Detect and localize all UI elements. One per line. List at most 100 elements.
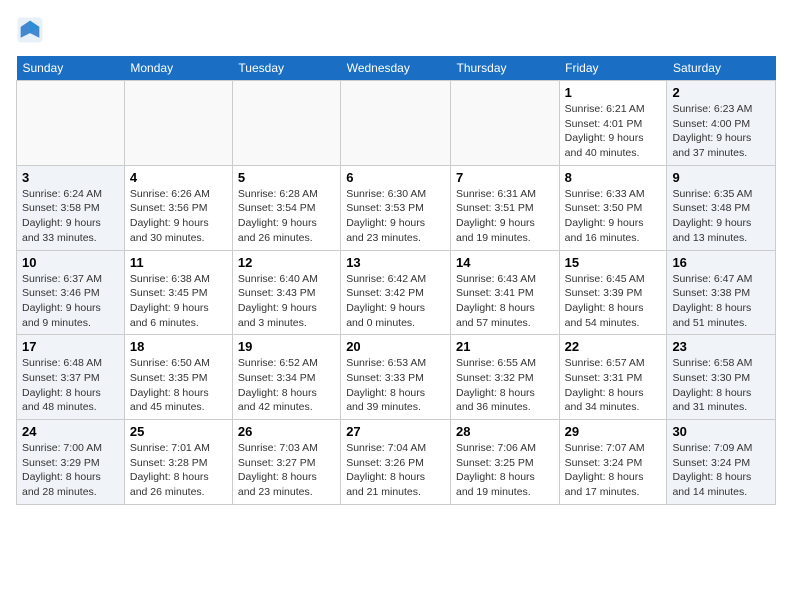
day-info: Sunrise: 6:24 AM Sunset: 3:58 PM Dayligh… bbox=[22, 187, 119, 246]
day-number: 7 bbox=[456, 170, 554, 185]
calendar-cell: 6Sunrise: 6:30 AM Sunset: 3:53 PM Daylig… bbox=[341, 165, 451, 250]
calendar-cell: 26 Sunrise: 7:03 AM Sunset: 3:27 PM Dayli… bbox=[232, 420, 340, 505]
calendar-cell: 3 Sunrise: 6:24 AM Sunset: 3:58 PM Daylig… bbox=[17, 165, 125, 250]
day-info: Sunrise: 6:50 AM Sunset: 3:35 PM Dayligh… bbox=[130, 356, 227, 415]
calendar-cell: 9Sunrise: 6:35 AM Sunset: 3:48 PM Daylig… bbox=[667, 165, 776, 250]
calendar-cell bbox=[124, 81, 232, 166]
day-info: Sunrise: 6:38 AM Sunset: 3:45 PM Dayligh… bbox=[130, 272, 227, 331]
day-number: 1 bbox=[565, 85, 662, 100]
weekday-header: Monday bbox=[124, 56, 232, 81]
day-info: Sunrise: 6:55 AM Sunset: 3:32 PM Dayligh… bbox=[456, 356, 554, 415]
day-number: 30 bbox=[672, 424, 770, 439]
day-info: Sunrise: 7:06 AM Sunset: 3:25 PM Dayligh… bbox=[456, 441, 554, 500]
day-info: Sunrise: 7:09 AM Sunset: 3:24 PM Dayligh… bbox=[672, 441, 770, 500]
day-info: Sunrise: 6:52 AM Sunset: 3:34 PM Dayligh… bbox=[238, 356, 335, 415]
day-info: Sunrise: 7:04 AM Sunset: 3:26 PM Dayligh… bbox=[346, 441, 445, 500]
day-number: 13 bbox=[346, 255, 445, 270]
calendar-cell: 13 Sunrise: 6:42 AM Sunset: 3:42 PM Dayli… bbox=[341, 250, 451, 335]
day-number: 14 bbox=[456, 255, 554, 270]
calendar-cell: 15 Sunrise: 6:45 AM Sunset: 3:39 PM Dayli… bbox=[559, 250, 667, 335]
day-info: Sunrise: 7:07 AM Sunset: 3:24 PM Dayligh… bbox=[565, 441, 662, 500]
calendar-cell: 8Sunrise: 6:33 AM Sunset: 3:50 PM Daylig… bbox=[559, 165, 667, 250]
day-number: 2 bbox=[672, 85, 770, 100]
day-info: Sunrise: 7:01 AM Sunset: 3:28 PM Dayligh… bbox=[130, 441, 227, 500]
day-number: 24 bbox=[22, 424, 119, 439]
day-number: 5 bbox=[238, 170, 335, 185]
day-info: Sunrise: 6:37 AM Sunset: 3:46 PM Dayligh… bbox=[22, 272, 119, 331]
day-number: 21 bbox=[456, 339, 554, 354]
calendar-cell: 25 Sunrise: 7:01 AM Sunset: 3:28 PM Dayli… bbox=[124, 420, 232, 505]
calendar-cell bbox=[450, 81, 559, 166]
calendar-cell: 23 Sunrise: 6:58 AM Sunset: 3:30 PM Dayli… bbox=[667, 335, 776, 420]
day-number: 12 bbox=[238, 255, 335, 270]
day-info: Sunrise: 6:28 AM Sunset: 3:54 PM Dayligh… bbox=[238, 187, 335, 246]
calendar-body: 1 Sunrise: 6:21 AM Sunset: 4:01 PM Daylig… bbox=[17, 81, 776, 505]
day-info: Sunrise: 6:53 AM Sunset: 3:33 PM Dayligh… bbox=[346, 356, 445, 415]
day-info: Sunrise: 6:31 AM Sunset: 3:51 PM Dayligh… bbox=[456, 187, 554, 246]
day-info: Sunrise: 6:45 AM Sunset: 3:39 PM Dayligh… bbox=[565, 272, 662, 331]
day-info: Sunrise: 7:03 AM Sunset: 3:27 PM Dayligh… bbox=[238, 441, 335, 500]
calendar-week-row: 1 Sunrise: 6:21 AM Sunset: 4:01 PM Daylig… bbox=[17, 81, 776, 166]
day-info: Sunrise: 6:58 AM Sunset: 3:30 PM Dayligh… bbox=[672, 356, 770, 415]
day-number: 29 bbox=[565, 424, 662, 439]
calendar-week-row: 3 Sunrise: 6:24 AM Sunset: 3:58 PM Daylig… bbox=[17, 165, 776, 250]
day-info: Sunrise: 6:40 AM Sunset: 3:43 PM Dayligh… bbox=[238, 272, 335, 331]
calendar-cell: 18 Sunrise: 6:50 AM Sunset: 3:35 PM Dayli… bbox=[124, 335, 232, 420]
calendar-cell: 7 Sunrise: 6:31 AM Sunset: 3:51 PM Daylig… bbox=[450, 165, 559, 250]
page-header bbox=[16, 16, 776, 44]
day-number: 10 bbox=[22, 255, 119, 270]
day-number: 22 bbox=[565, 339, 662, 354]
day-number: 3 bbox=[22, 170, 119, 185]
calendar-cell: 14 Sunrise: 6:43 AM Sunset: 3:41 PM Dayli… bbox=[450, 250, 559, 335]
calendar-cell: 28 Sunrise: 7:06 AM Sunset: 3:25 PM Dayli… bbox=[450, 420, 559, 505]
day-number: 18 bbox=[130, 339, 227, 354]
calendar-cell bbox=[341, 81, 451, 166]
day-info: Sunrise: 6:57 AM Sunset: 3:31 PM Dayligh… bbox=[565, 356, 662, 415]
calendar-cell: 12 Sunrise: 6:40 AM Sunset: 3:43 PM Dayli… bbox=[232, 250, 340, 335]
weekday-header: Tuesday bbox=[232, 56, 340, 81]
weekday-header: Thursday bbox=[450, 56, 559, 81]
day-number: 4 bbox=[130, 170, 227, 185]
weekday-header: Wednesday bbox=[341, 56, 451, 81]
day-number: 17 bbox=[22, 339, 119, 354]
day-number: 26 bbox=[238, 424, 335, 439]
day-number: 11 bbox=[130, 255, 227, 270]
day-info: Sunrise: 6:30 AM Sunset: 3:53 PM Dayligh… bbox=[346, 187, 445, 246]
day-number: 23 bbox=[672, 339, 770, 354]
calendar-cell bbox=[232, 81, 340, 166]
day-info: Sunrise: 6:35 AM Sunset: 3:48 PM Dayligh… bbox=[672, 187, 770, 246]
calendar-cell: 22 Sunrise: 6:57 AM Sunset: 3:31 PM Dayli… bbox=[559, 335, 667, 420]
day-number: 8 bbox=[565, 170, 662, 185]
weekday-header: Sunday bbox=[17, 56, 125, 81]
day-number: 19 bbox=[238, 339, 335, 354]
calendar-cell: 2 Sunrise: 6:23 AM Sunset: 4:00 PM Daylig… bbox=[667, 81, 776, 166]
calendar-cell: 4Sunrise: 6:26 AM Sunset: 3:56 PM Daylig… bbox=[124, 165, 232, 250]
day-number: 20 bbox=[346, 339, 445, 354]
calendar-cell: 20 Sunrise: 6:53 AM Sunset: 3:33 PM Dayli… bbox=[341, 335, 451, 420]
calendar-week-row: 10 Sunrise: 6:37 AM Sunset: 3:46 PM Dayli… bbox=[17, 250, 776, 335]
logo bbox=[16, 16, 48, 44]
weekday-header: Saturday bbox=[667, 56, 776, 81]
calendar-header-row: SundayMondayTuesdayWednesdayThursdayFrid… bbox=[17, 56, 776, 81]
day-number: 25 bbox=[130, 424, 227, 439]
calendar-cell: 19 Sunrise: 6:52 AM Sunset: 3:34 PM Dayli… bbox=[232, 335, 340, 420]
calendar-week-row: 17Sunrise: 6:48 AM Sunset: 3:37 PM Dayli… bbox=[17, 335, 776, 420]
calendar-cell: 11 Sunrise: 6:38 AM Sunset: 3:45 PM Dayli… bbox=[124, 250, 232, 335]
day-number: 27 bbox=[346, 424, 445, 439]
day-info: Sunrise: 6:42 AM Sunset: 3:42 PM Dayligh… bbox=[346, 272, 445, 331]
day-number: 15 bbox=[565, 255, 662, 270]
day-info: Sunrise: 6:43 AM Sunset: 3:41 PM Dayligh… bbox=[456, 272, 554, 331]
day-info: Sunrise: 7:00 AM Sunset: 3:29 PM Dayligh… bbox=[22, 441, 119, 500]
day-info: Sunrise: 6:21 AM Sunset: 4:01 PM Dayligh… bbox=[565, 102, 662, 161]
calendar-cell: 24 Sunrise: 7:00 AM Sunset: 3:29 PM Dayli… bbox=[17, 420, 125, 505]
calendar-cell: 5 Sunrise: 6:28 AM Sunset: 3:54 PM Daylig… bbox=[232, 165, 340, 250]
calendar-cell: 30 Sunrise: 7:09 AM Sunset: 3:24 PM Dayli… bbox=[667, 420, 776, 505]
day-number: 28 bbox=[456, 424, 554, 439]
calendar-week-row: 24 Sunrise: 7:00 AM Sunset: 3:29 PM Dayli… bbox=[17, 420, 776, 505]
day-info: Sunrise: 6:23 AM Sunset: 4:00 PM Dayligh… bbox=[672, 102, 770, 161]
calendar-cell: 27 Sunrise: 7:04 AM Sunset: 3:26 PM Dayli… bbox=[341, 420, 451, 505]
calendar-cell: 21 Sunrise: 6:55 AM Sunset: 3:32 PM Dayli… bbox=[450, 335, 559, 420]
weekday-header: Friday bbox=[559, 56, 667, 81]
calendar-cell: 1 Sunrise: 6:21 AM Sunset: 4:01 PM Daylig… bbox=[559, 81, 667, 166]
calendar-table: SundayMondayTuesdayWednesdayThursdayFrid… bbox=[16, 56, 776, 505]
